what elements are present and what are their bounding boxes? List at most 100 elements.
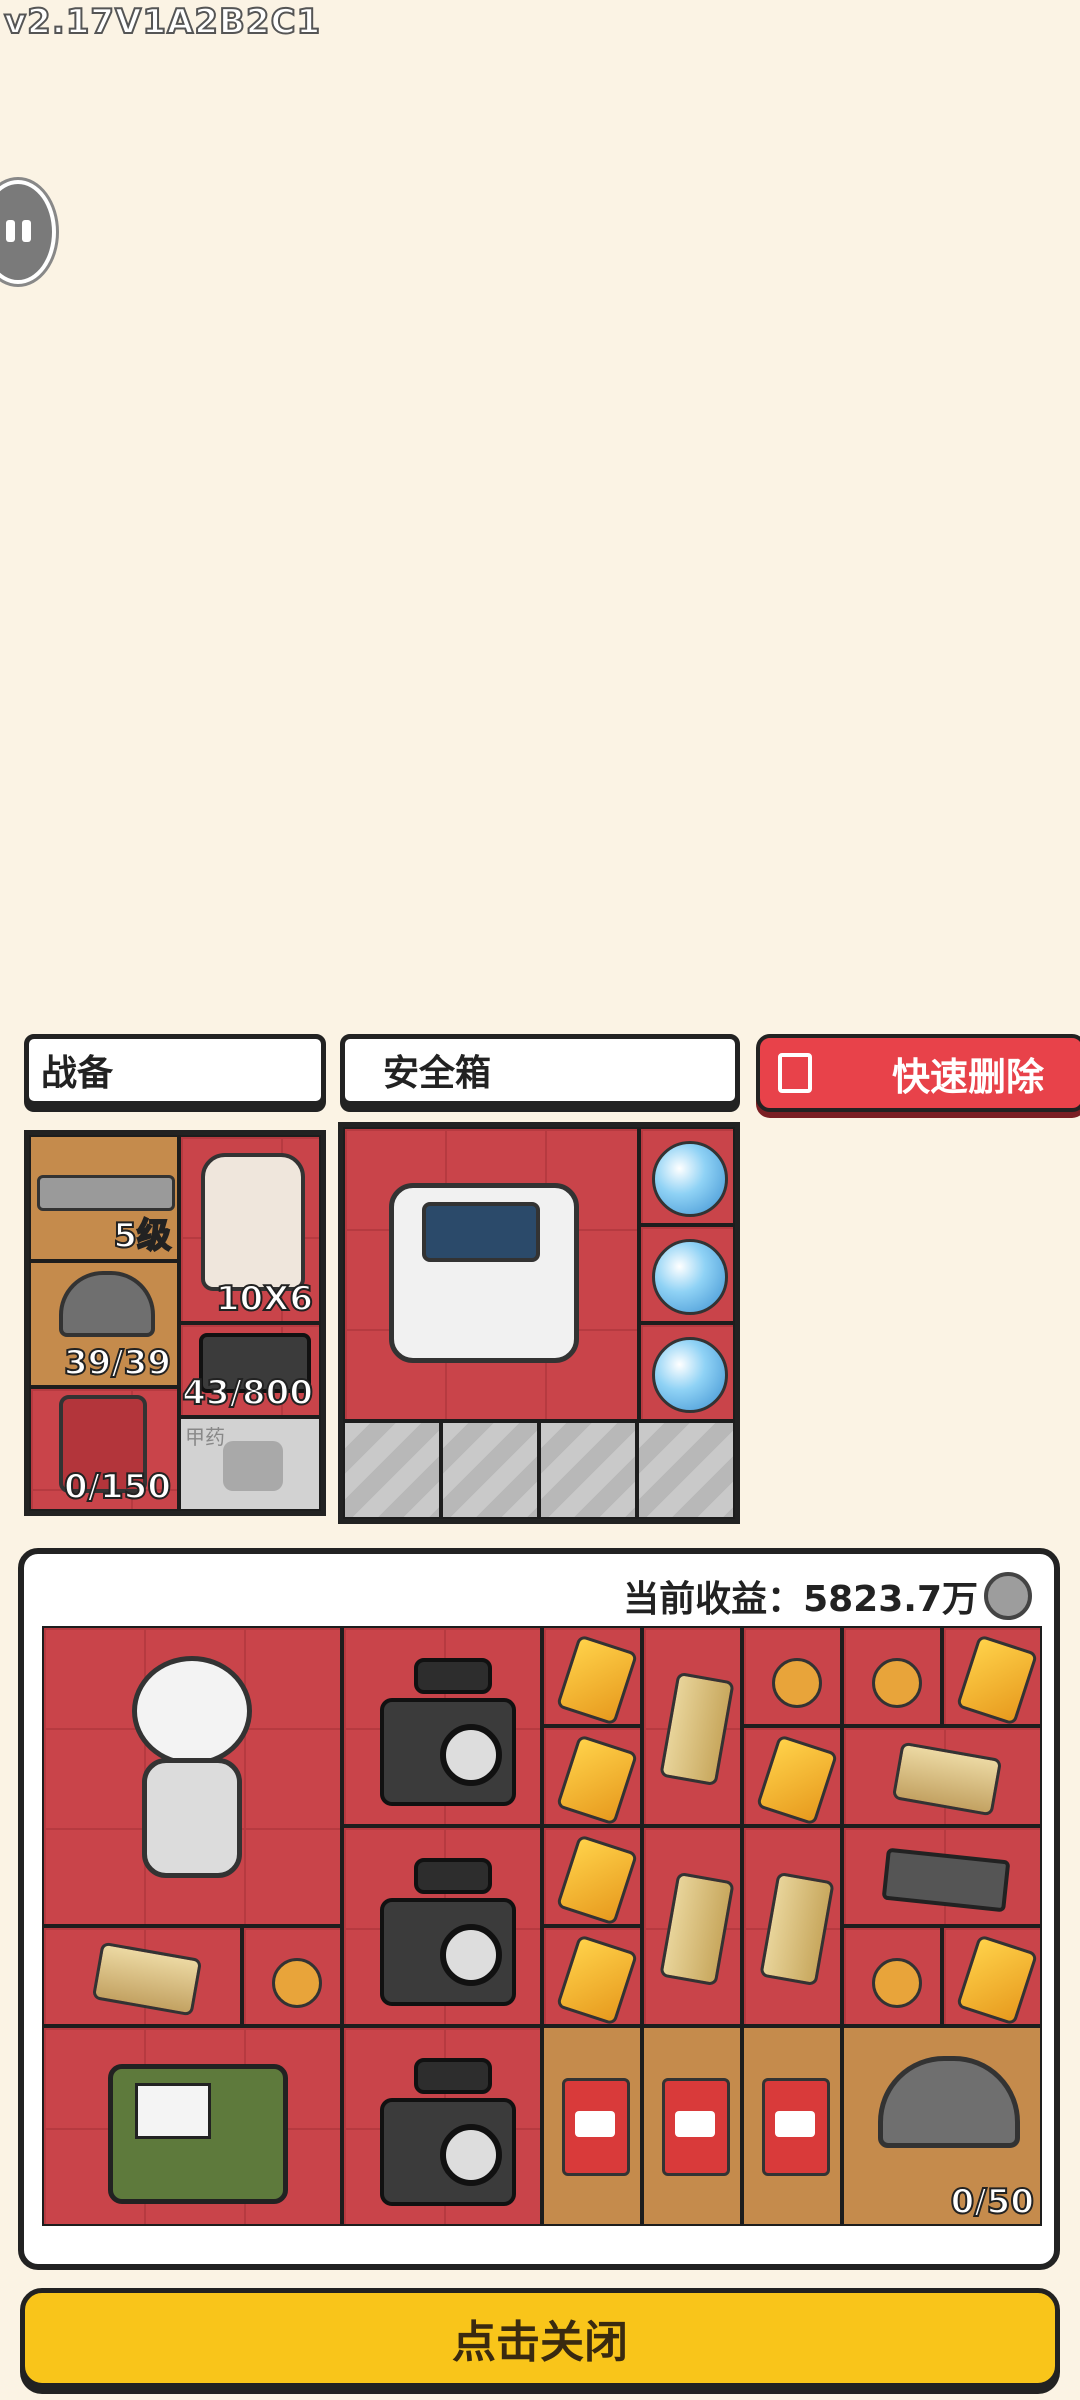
loot-camera[interactable] [342,2026,542,2226]
loot-coffee[interactable] [642,2026,742,2226]
loot-pocket-watch[interactable] [742,1626,842,1726]
safebox-slot-diamond-1[interactable] [639,1127,735,1225]
close-button[interactable]: 点击关闭 [20,2288,1060,2388]
loot-gold-bar[interactable] [642,1626,742,1826]
loot-gold-card[interactable] [742,1726,842,1826]
loot-panel: 当前收益： 5823.7万 0/50 [18,1548,1060,2270]
gold-card-icon [555,1834,639,1924]
pocket-watch-icon [272,1958,322,2008]
quick-delete-label: 快速删除 [892,1054,1045,1099]
locked-slot-label: 甲药 [185,1425,225,1449]
diamond-icon [652,1239,728,1315]
safebox-slot-locked [343,1421,441,1519]
loot-gold-bar[interactable] [42,1926,242,2026]
diamond-icon [652,1337,728,1413]
medical-monitor-icon [389,1183,579,1363]
coffee-box-icon [662,2078,730,2176]
coin-icon [984,1572,1032,1620]
loot-gold-card[interactable] [542,1626,642,1726]
gold-card-icon [755,1734,839,1824]
safebox-panel [338,1122,740,1524]
loot-gold-card[interactable] [542,1726,642,1826]
pocket-watch-icon [872,1658,922,1708]
helmet-icon [878,2056,1020,2148]
backpack-slot[interactable]: 10X6 [179,1135,321,1323]
gold-card-icon [955,1934,1039,2024]
loot-gold-bar[interactable] [642,1826,742,2026]
tab-gear-label: 战备 [41,1053,114,1094]
loot-pocket-watch[interactable] [842,1626,942,1726]
locked-slot[interactable]: 甲药 [179,1417,321,1511]
earnings-value: 5823.7万 [803,1579,978,1620]
loot-gold-bar[interactable] [742,1826,842,2026]
quick-delete-button[interactable]: 快速删除 [756,1034,1080,1112]
loot-gold-card[interactable] [542,1826,642,1926]
earnings-label: 当前收益： [623,1579,804,1620]
loot-helmet[interactable]: 0/50 [842,2026,1042,2226]
gold-card-icon [555,1634,639,1724]
loot-graphics-card[interactable] [842,1826,1042,1926]
safebox-slot-locked [637,1421,735,1519]
loot-gold-card[interactable] [542,1926,642,2026]
armor-slot[interactable]: 0/150 [29,1387,179,1511]
helmet-icon [59,1271,155,1337]
lock-icon [223,1441,283,1491]
tab-safebox-label: 安全箱 [383,1053,492,1094]
diamond-icon [652,1141,728,1217]
helmet-item-durability: 0/50 [950,2181,1035,2223]
loot-gold-bar[interactable] [842,1726,1042,1826]
weapon-level: 5级 [112,1215,172,1257]
safebox-slot-locked [441,1421,539,1519]
gold-bar-icon [759,1871,835,1987]
gold-card-icon [555,1934,639,2024]
tab-safebox[interactable]: 安全箱 [340,1034,740,1106]
loot-camera[interactable] [342,1626,542,1826]
tab-gear[interactable]: 战备 [24,1034,326,1106]
loot-grid: 0/50 [42,1626,1042,2226]
backpack-icon [201,1153,305,1291]
backpack-size: 10X6 [215,1278,314,1320]
helmet-durability: 39/39 [63,1342,172,1384]
weapon-slot[interactable]: 5级 [29,1135,179,1261]
gold-card-icon [955,1634,1039,1724]
trash-icon [778,1053,812,1093]
close-button-label: 点击关闭 [452,2317,628,2368]
rifle-icon [37,1175,175,1211]
gold-bar-icon [659,1671,735,1787]
coffee-box-icon [762,2078,830,2176]
helmet-slot[interactable]: 39/39 [29,1261,179,1387]
armor-durability: 0/150 [63,1466,172,1508]
loot-pocket-watch[interactable] [242,1926,342,2026]
loot-coffee[interactable] [542,2026,642,2226]
version-label: v2.17V1A2B2C1 [3,1,322,43]
safebox-slot-diamond-2[interactable] [639,1225,735,1323]
loot-field-device[interactable] [42,2026,342,2226]
earnings-row: 当前收益： 5823.7万 [623,1570,1032,1622]
gold-bar-icon [659,1871,735,1987]
loot-robot[interactable] [42,1626,342,1926]
gold-card-icon [555,1734,639,1824]
loot-coffee[interactable] [742,2026,842,2226]
safebox-slot-monitor[interactable] [343,1127,639,1421]
field-device-icon [108,2064,288,2204]
loot-gold-card[interactable] [942,1626,1042,1726]
ammo-box-slot[interactable]: 743/800 [179,1323,321,1417]
safebox-slot-diamond-3[interactable] [639,1323,735,1421]
loot-gold-card[interactable] [942,1926,1042,2026]
graphics-card-icon [881,1847,1011,1913]
gold-bar-icon [91,1941,203,2017]
pause-button[interactable] [0,180,56,284]
safebox-slot-locked [539,1421,637,1519]
ammo-box-count: 743/800 [181,1372,314,1414]
coffee-box-icon [562,2078,630,2176]
loot-pocket-watch[interactable] [842,1926,942,2026]
camera-icon [380,1858,516,2006]
gear-panel: 5级 10X6 39/39 743/800 0/150 甲药 [24,1130,326,1516]
camera-icon [380,1658,516,1806]
pause-icon [6,220,15,242]
robot-icon [132,1656,252,1766]
pocket-watch-icon [772,1658,822,1708]
pocket-watch-icon [872,1958,922,2008]
loot-camera[interactable] [342,1826,542,2026]
camera-icon [380,2058,516,2206]
